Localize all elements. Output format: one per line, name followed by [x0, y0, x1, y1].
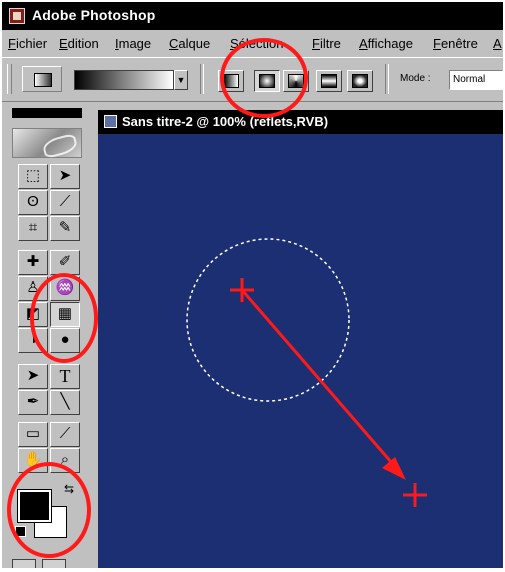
foreground-color-swatch[interactable] — [17, 489, 52, 523]
annotation-overlay — [7, 38, 427, 558]
photoshop-window: Adobe Photoshop Fichier Edition Image Ca… — [2, 2, 503, 568]
highlight-gradient-types — [220, 38, 308, 118]
gradient-drag-arrow — [230, 278, 427, 507]
highlight-gradient-tool — [30, 273, 98, 363]
